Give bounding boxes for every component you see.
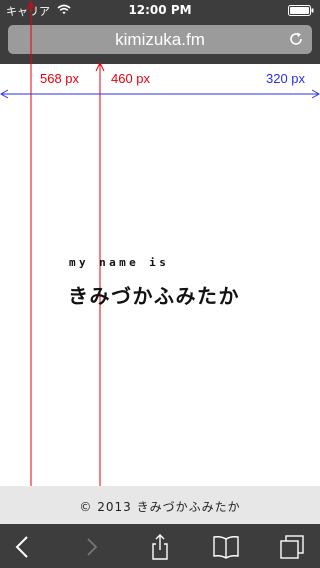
share-icon[interactable] (146, 533, 174, 561)
label-320px: 320 px (266, 71, 306, 86)
arrow-568 (26, 0, 36, 568)
page-footer: © 2013 きみづかふみたか (0, 486, 320, 524)
status-bar: キャリア 12:00 PM (0, 0, 320, 20)
reload-icon[interactable] (288, 31, 304, 51)
label-460px: 460 px (111, 71, 151, 86)
clock: 12:00 PM (128, 3, 192, 17)
address-bar: kimizuka.fm (0, 20, 320, 64)
forward-icon[interactable] (78, 533, 106, 561)
label-568px: 568 px (40, 71, 80, 86)
arrow-320 (0, 89, 320, 99)
url-text: kimizuka.fm (115, 30, 205, 49)
tabs-icon[interactable] (278, 533, 306, 561)
battery-icon (288, 5, 314, 19)
bottom-toolbar (0, 524, 320, 568)
back-icon[interactable] (9, 533, 37, 561)
intro-text: my name is (69, 256, 170, 269)
name-heading: きみづかふみたか (68, 284, 240, 308)
url-field[interactable]: kimizuka.fm (8, 25, 312, 54)
copyright-text: © 2013 きみづかふみたか (79, 500, 241, 514)
bookmarks-icon[interactable] (212, 533, 240, 561)
